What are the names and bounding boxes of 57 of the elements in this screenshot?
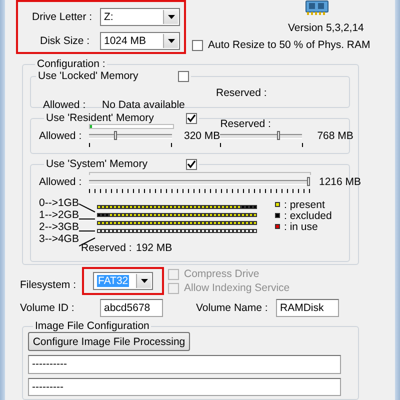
filesystem-label: Filesystem :: [19, 279, 78, 291]
range-label: 0-->1GB: [39, 197, 79, 209]
checkbox-label: Auto Resize to 50 % of Phys. RAM: [208, 39, 370, 51]
reserved-label: Reserved :: [216, 87, 267, 99]
reserved-value: 768 MB: [317, 130, 354, 142]
disk-size-label: Disk Size :: [39, 35, 91, 47]
disk-size-dropdown[interactable]: 1024 MB: [100, 32, 180, 50]
leader-line: [79, 230, 96, 232]
leader-line: [79, 218, 96, 220]
group-title: Image File Configuration: [34, 320, 150, 332]
allowed-value: No Data available: [102, 99, 185, 111]
group-title: Use 'Resident' Memory: [46, 112, 155, 124]
slider-thumb[interactable]: [277, 130, 280, 140]
slider[interactable]: [89, 134, 172, 138]
volume-name-field[interactable]: RAMDisk: [276, 299, 339, 317]
legend-label: : in use: [284, 220, 318, 232]
range-label: 3-->4GB: [39, 233, 79, 245]
caret-icon: [163, 34, 178, 48]
allowed-label: Allowed :: [43, 99, 87, 111]
text-field[interactable]: ---------: [28, 378, 341, 396]
caret-icon: [136, 274, 151, 288]
dropdown-value: FAT32: [97, 275, 130, 287]
memory-chip-icon: [304, 0, 330, 16]
group-title: Configuration :: [36, 58, 106, 70]
legend-label: : present: [284, 198, 325, 210]
checkbox[interactable]: [178, 70, 189, 82]
allowed-label: Allowed :: [39, 176, 83, 188]
checkbox-label: Allow Indexing Service: [184, 282, 290, 294]
checkbox[interactable]: [192, 40, 203, 50]
legend-label: : excluded: [284, 210, 332, 222]
configure-button[interactable]: Configure Image File Processing: [28, 332, 190, 352]
volume-name-label: Volume Name :: [196, 302, 269, 314]
version-label: Version 5,3,2,14: [288, 22, 364, 34]
group-title: Use 'Locked' Memory: [38, 70, 140, 82]
leader-line: [79, 204, 96, 212]
drive-letter-dropdown[interactable]: Z:: [100, 8, 180, 26]
allowed-value: 320 MB: [184, 130, 220, 142]
text-field[interactable]: ----------: [28, 355, 341, 374]
volume-id-label: Volume ID :: [19, 302, 76, 314]
slider[interactable]: [220, 134, 302, 138]
range-label: 2-->3GB: [39, 221, 79, 233]
checkbox[interactable]: [186, 112, 197, 124]
slider-thumb[interactable]: [114, 130, 117, 140]
reserved-value: 192 MB: [136, 242, 172, 254]
volume-id-field[interactable]: abcd5678: [100, 299, 163, 317]
checkbox-label: Compress Drive: [184, 268, 260, 280]
allowed-label: Allowed :: [39, 130, 83, 142]
reserved-label: Reserved :: [81, 242, 133, 254]
allowed-value: 1216 MB: [319, 176, 362, 188]
slider[interactable]: [89, 180, 309, 184]
range-label: 1-->2GB: [39, 209, 79, 221]
slider-thumb[interactable]: [307, 176, 310, 186]
reserved-label: Reserved :: [220, 118, 272, 129]
caret-icon: [163, 10, 178, 24]
drive-letter-label: Drive Letter :: [31, 11, 94, 23]
group-title: Use 'System' Memory: [46, 158, 148, 170]
checkbox[interactable]: [186, 158, 197, 170]
